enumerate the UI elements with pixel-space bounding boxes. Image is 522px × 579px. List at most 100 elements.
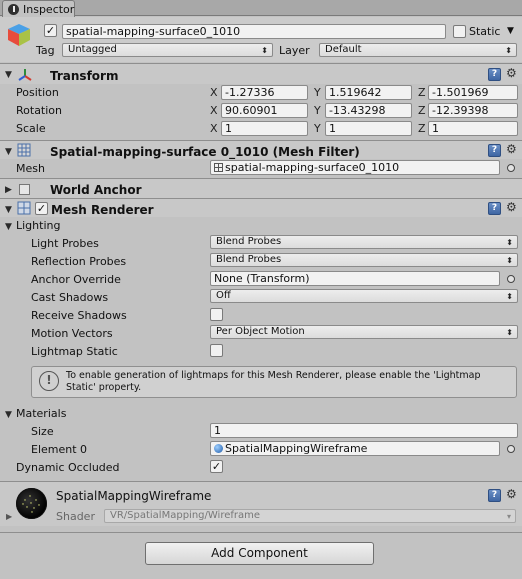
help-icon[interactable]: ? (488, 68, 501, 81)
mesh-renderer-enabled-checkbox[interactable]: ✓ (35, 202, 48, 215)
gear-icon[interactable]: ⚙ (506, 200, 517, 214)
add-component-button[interactable]: Add Component (145, 542, 374, 565)
foldout-arrow-icon[interactable]: ▼ (5, 205, 12, 215)
object-picker-icon[interactable] (507, 164, 515, 172)
help-text-line2: Static' property. (66, 382, 142, 393)
layer-label: Layer (279, 44, 310, 57)
material-fold-arrow[interactable]: ▶ (6, 512, 12, 521)
mesh-label: Mesh (16, 162, 45, 175)
position-y-field[interactable]: 1.519642 (325, 85, 412, 100)
light-probes-value: Blend Probes (216, 236, 282, 247)
foldout-arrow-icon[interactable]: ▼ (5, 70, 12, 80)
tag-label: Tag (36, 44, 55, 57)
light-probes-dropdown[interactable]: Blend Probes ⬍ (210, 235, 518, 249)
mesh-field[interactable]: spatial-mapping-surface0_1010 (210, 160, 500, 175)
materials-size-field[interactable]: 1 (210, 423, 518, 438)
static-checkbox[interactable] (453, 25, 466, 38)
scale-z-axis[interactable]: Z (418, 122, 426, 135)
chevron-updown-icon: ⬍ (505, 46, 512, 55)
foldout-arrow-icon[interactable]: ▶ (5, 185, 12, 195)
reflection-probes-dropdown[interactable]: Blend Probes ⬍ (210, 253, 518, 267)
gear-icon[interactable]: ⚙ (506, 487, 517, 501)
scale-z-field[interactable]: 1 (428, 121, 518, 136)
tab-bar (0, 0, 522, 16)
element0-label: Element 0 (31, 443, 88, 456)
transform-title: Transform (50, 69, 119, 83)
cast-shadows-dropdown[interactable]: Off ⬍ (210, 289, 518, 303)
gear-icon[interactable]: ⚙ (506, 66, 517, 80)
transform-icon (18, 69, 32, 81)
lighting-foldout-icon[interactable]: ▼ (5, 222, 12, 232)
materials-foldout-icon[interactable]: ▼ (5, 410, 12, 420)
lighting-label[interactable]: Lighting (16, 219, 60, 232)
motion-vectors-dropdown[interactable]: Per Object Motion ⬍ (210, 325, 518, 339)
chevron-updown-icon: ⬍ (506, 292, 513, 301)
object-picker-icon[interactable] (507, 275, 515, 283)
rotation-z-axis[interactable]: Z (418, 104, 426, 117)
tab-inspector-label: Inspector (23, 3, 75, 16)
materials-label[interactable]: Materials (16, 407, 66, 420)
anchor-override-label: Anchor Override (31, 273, 121, 286)
shader-value: VR/SpatialMapping/Wireframe (110, 510, 261, 521)
tab-inspector[interactable]: Inspector (2, 0, 75, 17)
position-y-axis[interactable]: Y (314, 86, 321, 99)
scale-x-axis[interactable]: X (210, 122, 218, 135)
reflection-probes-value: Blend Probes (216, 254, 282, 265)
static-label: Static (469, 25, 501, 38)
info-icon: ! (39, 371, 59, 391)
size-label: Size (31, 425, 54, 438)
rotation-x-axis[interactable]: X (210, 104, 218, 117)
material-preview-icon (16, 488, 47, 519)
mesh-icon (214, 163, 223, 172)
tag-dropdown[interactable]: Untagged ⬍ (62, 43, 273, 57)
material-name: SpatialMappingWireframe (56, 489, 212, 503)
receive-shadows-label: Receive Shadows (31, 309, 127, 322)
shader-label: Shader (56, 510, 95, 523)
object-picker-icon[interactable] (507, 445, 515, 453)
motion-vectors-label: Motion Vectors (31, 327, 113, 340)
rotation-z-field[interactable]: -12.39398 (428, 103, 518, 118)
foldout-arrow-icon[interactable]: ▼ (5, 147, 12, 157)
position-z-field[interactable]: -1.501969 (428, 85, 518, 100)
chevron-down-icon: ▾ (506, 512, 511, 521)
static-dropdown-arrow[interactable]: ▼ (507, 26, 514, 36)
lightmap-static-checkbox[interactable] (210, 344, 223, 357)
position-x-axis[interactable]: X (210, 86, 218, 99)
receive-shadows-checkbox[interactable] (210, 308, 223, 321)
scale-x-field[interactable]: 1 (221, 121, 308, 136)
world-anchor-title: World Anchor (50, 183, 142, 197)
gear-icon[interactable]: ⚙ (506, 142, 517, 156)
rotation-y-axis[interactable]: Y (314, 104, 321, 117)
shader-dropdown[interactable]: VR/SpatialMapping/Wireframe ▾ (104, 509, 516, 523)
material-sphere-icon (214, 444, 223, 453)
object-active-checkbox[interactable]: ✓ (44, 24, 57, 37)
help-text-line1: To enable generation of lightmaps for th… (66, 370, 481, 381)
motion-vectors-value: Per Object Motion (216, 326, 305, 337)
scale-y-axis[interactable]: Y (314, 122, 321, 135)
reflection-probes-label: Reflection Probes (31, 255, 127, 268)
cube-icon (8, 24, 30, 46)
anchor-override-field[interactable]: None (Transform) (210, 271, 500, 286)
layer-dropdown[interactable]: Default ⬍ (319, 43, 517, 57)
chevron-updown-icon: ⬍ (506, 328, 513, 337)
dynamic-occluded-checkbox[interactable]: ✓ (210, 460, 223, 473)
cast-shadows-label: Cast Shadows (31, 291, 109, 304)
object-name-field[interactable]: spatial-mapping-surface0_1010 (62, 24, 446, 39)
divider (0, 532, 522, 533)
rotation-x-field[interactable]: 90.60901 (221, 103, 308, 118)
help-icon[interactable]: ? (488, 489, 501, 502)
position-x-field[interactable]: -1.27336 (221, 85, 308, 100)
element0-value: SpatialMappingWireframe (225, 442, 368, 455)
help-icon[interactable]: ? (488, 144, 501, 157)
chevron-updown-icon: ⬍ (506, 256, 513, 265)
mesh-filter-icon (17, 143, 31, 157)
scale-label: Scale (16, 122, 46, 135)
mesh-renderer-title: Mesh Renderer (51, 203, 154, 217)
scale-y-field[interactable]: 1 (325, 121, 412, 136)
element0-field[interactable]: SpatialMappingWireframe (210, 441, 500, 456)
rotation-y-field[interactable]: -13.43298 (325, 103, 412, 118)
cast-shadows-value: Off (216, 290, 231, 301)
help-icon[interactable]: ? (488, 202, 501, 215)
position-z-axis[interactable]: Z (418, 86, 426, 99)
dynamic-occluded-label: Dynamic Occluded (16, 461, 120, 474)
